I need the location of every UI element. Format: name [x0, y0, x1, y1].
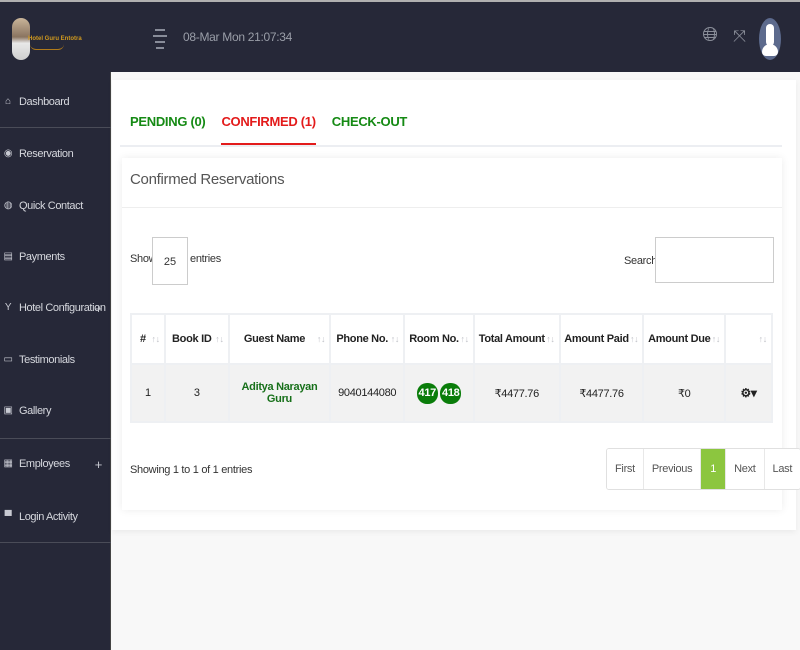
- fullscreen-icon[interactable]: ⤧: [733, 27, 746, 46]
- sidebar-item-reservation[interactable]: ◉ Reservation: [0, 144, 111, 164]
- pagination-page-1[interactable]: 1: [701, 449, 727, 489]
- cell-total-amount: ₹4477.76: [472, 363, 561, 423]
- main-content: PENDING (0) CONFIRMED (1) CHECK-OUT Conf…: [112, 80, 800, 530]
- comment-icon: ▭: [3, 354, 13, 365]
- sidebar-divider: [0, 438, 111, 439]
- headset-icon: ◍: [3, 200, 13, 211]
- room-badge[interactable]: 418: [440, 382, 462, 404]
- cell-guest-name: Aditya Narayan Guru: [227, 363, 332, 423]
- table-header-row: # ↑↓ Book ID ↑↓ Guest Name ↑↓ Phone No. ↑↓ R…: [130, 313, 773, 365]
- sidebar-item-label: Hotel Configuration: [19, 302, 106, 314]
- column-header-total-amount[interactable]: Total Amount ↑↓: [472, 313, 561, 365]
- column-header-amount-paid[interactable]: Amount Paid ↑↓: [558, 313, 645, 365]
- sidebar-item-label: Dashboard: [19, 96, 70, 108]
- column-header-amount-due[interactable]: Amount Due ↑↓: [642, 313, 727, 365]
- column-header-room[interactable]: Room No. ↑↓: [403, 313, 475, 365]
- sidebar-divider: [0, 127, 111, 128]
- sort-icon: ↑↓: [758, 334, 768, 344]
- receipt-icon: ▤: [3, 251, 13, 262]
- cell-rooms: 417 418: [403, 363, 475, 423]
- cell-book-id: 3: [163, 363, 230, 423]
- sidebar-item-label: Gallery: [19, 405, 52, 417]
- top-navbar: Hotel Guru Entotra 08-Mar Mon 21:07:34 ⤧: [0, 0, 800, 72]
- id-card-icon: ▦: [3, 458, 13, 469]
- card-divider: [122, 207, 782, 208]
- table-row: 1 3 Aditya Narayan Guru 9040144080 417 41…: [130, 363, 773, 423]
- guest-name-link[interactable]: Aditya Narayan Guru: [242, 381, 318, 405]
- reservation-tabs: PENDING (0) CONFIRMED (1) CHECK-OUT: [130, 114, 423, 145]
- current-datetime: 08-Mar Mon 21:07:34: [183, 30, 293, 44]
- sort-icon: ↑↓: [316, 334, 326, 344]
- sidebar-item-hotel-configuration[interactable]: Y Hotel Configuration +: [0, 298, 111, 318]
- entries-per-page-select[interactable]: 25: [152, 237, 188, 285]
- column-header-index[interactable]: # ↑↓: [130, 313, 166, 365]
- home-icon: ⌂: [5, 96, 11, 107]
- sidebar-item-payments[interactable]: ▤ Payments: [0, 247, 111, 267]
- table-info: Showing 1 to 1 of 1 entries: [130, 464, 253, 476]
- menu-icon[interactable]: [153, 29, 167, 49]
- sidebar-item-quick-contact[interactable]: ◍ Quick Contact: [0, 196, 111, 216]
- globe-icon[interactable]: [703, 27, 717, 41]
- reservations-table: # ↑↓ Book ID ↑↓ Guest Name ↑↓ Phone No. ↑↓ R…: [130, 313, 773, 423]
- tabs-divider: [120, 145, 782, 147]
- sort-icon: ↑↓: [390, 334, 400, 344]
- cell-index: 1: [130, 363, 166, 423]
- column-header-actions[interactable]: ↑↓: [724, 313, 773, 365]
- sidebar-item-gallery[interactable]: ▣ Gallery: [0, 401, 111, 421]
- column-header-phone[interactable]: Phone No. ↑↓: [329, 313, 406, 365]
- sort-icon: ↑↓: [460, 334, 469, 344]
- sidebar-item-label: Payments: [19, 251, 65, 263]
- expand-icon[interactable]: +: [95, 301, 103, 316]
- location-pin-icon: ◉: [3, 148, 13, 159]
- hotel-logo[interactable]: Hotel Guru Entotra: [10, 18, 82, 62]
- sidebar-item-label: Quick Contact: [19, 200, 83, 212]
- column-header-guest-name[interactable]: Guest Name ↑↓: [227, 313, 332, 365]
- cell-phone: 9040144080: [329, 363, 406, 423]
- sort-icon: ↑↓: [546, 334, 555, 344]
- tab-check-out[interactable]: CHECK-OUT: [332, 114, 408, 145]
- cell-amount-due: ₹0: [642, 363, 727, 423]
- tab-pending[interactable]: PENDING (0): [130, 114, 206, 145]
- search-input[interactable]: [655, 237, 774, 283]
- cell-amount-paid: ₹4477.76: [558, 363, 645, 423]
- logo-brand-text: Hotel Guru Entotra: [28, 36, 82, 42]
- pagination-first[interactable]: First: [607, 449, 644, 489]
- sidebar-item-label: Testimonials: [19, 354, 75, 366]
- tab-confirmed[interactable]: CONFIRMED (1): [221, 114, 316, 145]
- sort-icon: ↑↓: [215, 334, 224, 344]
- pagination-next[interactable]: Next: [726, 449, 765, 489]
- gear-dropdown-icon[interactable]: ⚙▾: [740, 386, 756, 400]
- filter-icon: Y: [4, 302, 12, 313]
- sidebar: ⌂ Dashboard ◉ Reservation ◍ Quick Contac…: [0, 72, 111, 650]
- sort-icon: ↑↓: [711, 334, 721, 344]
- monitor-icon: ▀: [4, 511, 12, 522]
- sidebar-item-label: Reservation: [19, 148, 74, 160]
- confirmed-reservations-card: Confirmed Reservations Show 25 entries S…: [122, 158, 800, 510]
- room-badge[interactable]: 417: [416, 382, 438, 404]
- pagination: First Previous 1 Next Last: [606, 448, 800, 490]
- sidebar-item-label: Login Activity: [19, 511, 78, 523]
- entries-label: entries: [190, 253, 221, 265]
- card-title: Confirmed Reservations: [130, 171, 285, 188]
- pagination-last[interactable]: Last: [764, 449, 800, 489]
- image-icon: ▣: [3, 405, 13, 416]
- user-avatar[interactable]: [759, 18, 781, 60]
- expand-icon[interactable]: +: [95, 457, 103, 472]
- sidebar-divider: [0, 542, 111, 543]
- sidebar-item-label: Employees: [19, 458, 70, 470]
- logo-swoosh: [30, 44, 64, 50]
- sidebar-item-login-activity[interactable]: ▀ Login Activity: [0, 507, 111, 527]
- sidebar-item-dashboard[interactable]: ⌂ Dashboard: [0, 92, 111, 112]
- sidebar-item-employees[interactable]: ▦ Employees +: [0, 454, 111, 474]
- cell-actions: ⚙▾: [724, 363, 773, 423]
- pagination-previous[interactable]: Previous: [643, 449, 702, 489]
- sort-icon: ↑↓: [629, 334, 639, 344]
- column-header-book-id[interactable]: Book ID ↑↓: [163, 313, 230, 365]
- sort-icon: ↑↓: [151, 334, 160, 344]
- sidebar-item-testimonials[interactable]: ▭ Testimonials: [0, 350, 111, 370]
